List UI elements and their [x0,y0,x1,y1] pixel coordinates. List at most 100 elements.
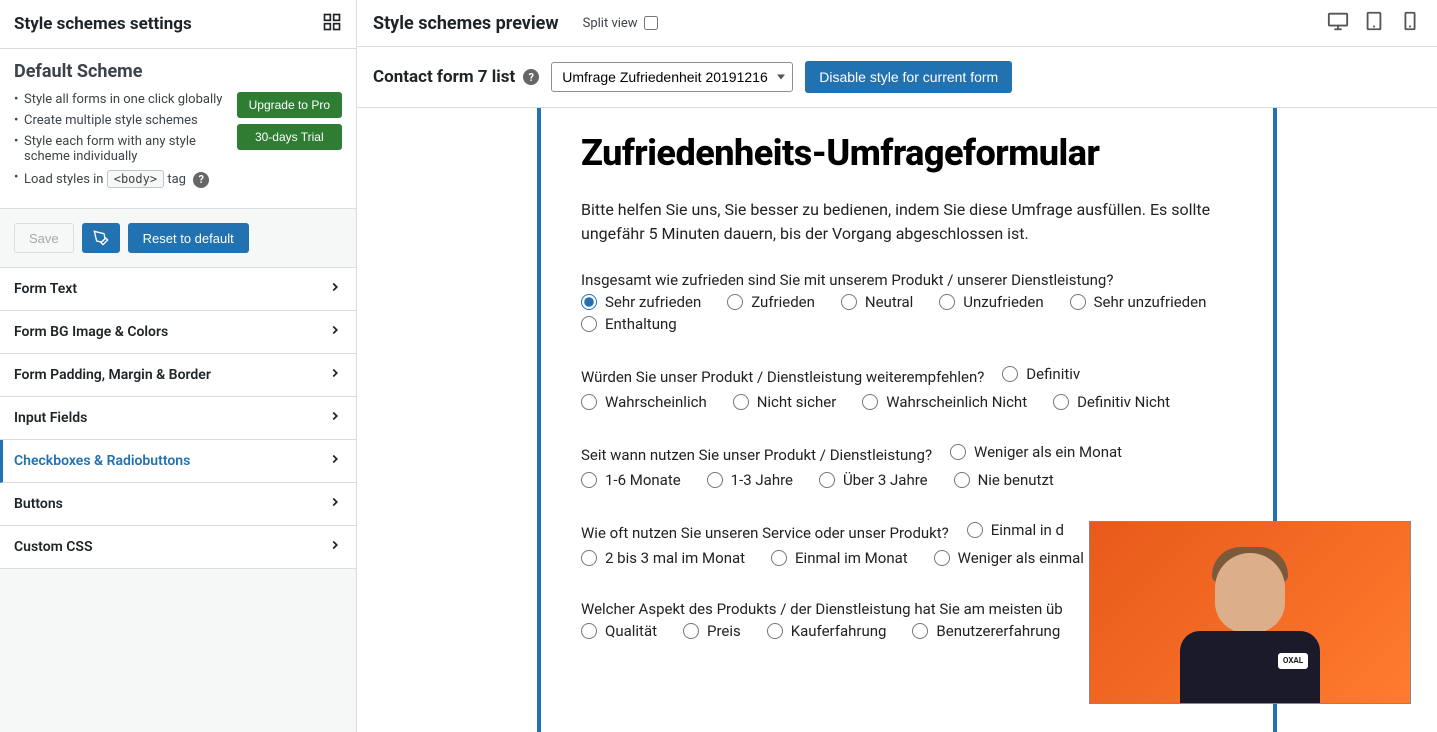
radio-input[interactable] [733,394,749,410]
reset-to-default-button[interactable]: Reset to default [128,223,249,253]
radio-input[interactable] [819,472,835,488]
device-icons [1327,10,1421,36]
split-view-checkbox[interactable] [644,16,658,30]
chevron-right-icon [328,538,342,556]
form-select-wrap[interactable]: Umfrage Zufriedenheit 20191216 [551,62,793,92]
radio-input[interactable] [581,472,597,488]
radio-input[interactable] [581,316,597,332]
radio-input[interactable] [581,394,597,410]
radio-input[interactable] [1053,394,1069,410]
radio-option[interactable]: Wahrscheinlich [581,393,707,411]
accordion: Form Text Form BG Image & Colors Form Pa… [0,268,356,569]
radio-option[interactable]: Benutzererfahrung [912,622,1060,640]
chevron-right-icon [328,452,342,470]
accordion-form-bg[interactable]: Form BG Image & Colors [0,311,356,354]
sidebar: Style schemes settings Default Scheme St… [0,0,357,732]
bullet-item: Load styles in <body> tag ? [14,170,229,188]
sidebar-title: Style schemes settings [14,14,192,34]
radio-option[interactable]: 1-3 Jahre [707,471,793,489]
radio-input[interactable] [912,623,928,639]
accordion-label: Form Padding, Margin & Border [14,367,211,383]
radio-option[interactable]: Nie benutzt [954,471,1054,489]
chevron-right-icon [328,323,342,341]
radio-input[interactable] [939,294,955,310]
body-tag-code: <body> [107,170,164,188]
help-icon[interactable]: ? [523,69,539,85]
radio-input[interactable] [683,623,699,639]
bullet-item: Create multiple style schemes [14,113,229,128]
radio-input[interactable] [950,444,966,460]
radio-option[interactable]: 2 bis 3 mal im Monat [581,549,745,567]
accordion-input-fields[interactable]: Input Fields [0,397,356,440]
radio-option[interactable]: Über 3 Jahre [819,471,928,489]
radio-option[interactable]: Definitiv Nicht [1053,393,1170,411]
radio-input[interactable] [767,623,783,639]
radio-option[interactable]: Sehr unzufrieden [1070,293,1207,311]
mobile-icon[interactable] [1399,10,1421,36]
scheme-bullets: Style all forms in one click globally Cr… [14,92,229,194]
radio-input[interactable] [727,294,743,310]
question-label: Würden Sie unser Produkt / Dienstleistun… [581,368,984,386]
accordion-buttons[interactable]: Buttons [0,483,356,526]
radio-option[interactable]: Enthaltung [581,315,677,333]
radio-option[interactable]: Unzufrieden [939,293,1043,311]
radio-input[interactable] [1002,366,1018,382]
radio-input[interactable] [967,522,983,538]
accordion-checkboxes-radios[interactable]: Checkboxes & Radiobuttons [0,440,356,483]
webcam-figure: OXAL [1180,543,1320,703]
save-button[interactable]: Save [14,223,74,253]
accordion-label: Form BG Image & Colors [14,324,168,340]
form-heading: Zufriedenheits-Umfrageformular [581,132,1233,174]
tablet-icon[interactable] [1363,10,1385,36]
radio-option[interactable]: Zufrieden [727,293,815,311]
radio-input[interactable] [581,623,597,639]
radio-option[interactable]: Nicht sicher [733,393,837,411]
accordion-form-padding[interactable]: Form Padding, Margin & Border [0,354,356,397]
radio-option[interactable]: Kauferfahrung [767,622,887,640]
brush-icon [93,230,109,246]
radio-input[interactable] [954,472,970,488]
help-icon[interactable]: ? [193,172,209,188]
radio-option[interactable]: Preis [683,622,741,640]
chevron-right-icon [328,366,342,384]
action-row: Save Reset to default [0,209,356,268]
preview-title: Style schemes preview [373,13,559,34]
desktop-icon[interactable] [1327,10,1349,36]
form-select[interactable]: Umfrage Zufriedenheit 20191216 [551,62,793,92]
disable-style-button[interactable]: Disable style for current form [805,61,1012,93]
expand-icon[interactable] [322,12,342,36]
radio-option[interactable]: Qualität [581,622,657,640]
radio-input[interactable] [581,550,597,566]
accordion-label: Form Text [14,281,77,297]
split-view-toggle[interactable]: Split view [583,16,658,31]
accordion-label: Buttons [14,496,63,512]
radio-option[interactable]: Neutral [841,293,913,311]
brush-button[interactable] [82,223,120,253]
accordion-custom-css[interactable]: Custom CSS [0,526,356,569]
radio-option[interactable]: Sehr zufrieden [581,293,701,311]
radio-option[interactable]: Einmal in d [967,521,1064,539]
radio-option[interactable]: Definitiv [1002,365,1080,383]
radio-input[interactable] [934,550,950,566]
radio-option[interactable]: 1-6 Monate [581,471,681,489]
question-label: Seit wann nutzen Sie unser Produkt / Die… [581,446,932,464]
radio-input[interactable] [581,294,597,310]
upgrade-to-pro-button[interactable]: Upgrade to Pro [237,92,342,118]
load-styles-suffix: tag [167,172,186,187]
webcam-head [1215,553,1285,633]
radio-input[interactable] [841,294,857,310]
question-label: Insgesamt wie zufrieden sind Sie mit uns… [581,271,1113,289]
radio-input[interactable] [707,472,723,488]
accordion-label: Custom CSS [14,539,93,555]
radio-option[interactable]: Einmal im Monat [771,549,908,567]
radio-input[interactable] [862,394,878,410]
radio-option[interactable]: Weniger als einmal [934,549,1084,567]
trial-button[interactable]: 30-days Trial [237,124,342,150]
main: Style schemes preview Split view Contact… [357,0,1437,732]
question-1: Insgesamt wie zufrieden sind Sie mit uns… [581,270,1233,337]
accordion-form-text[interactable]: Form Text [0,268,356,311]
radio-option[interactable]: Wahrscheinlich Nicht [862,393,1027,411]
radio-option[interactable]: Weniger als ein Monat [950,443,1122,461]
radio-input[interactable] [1070,294,1086,310]
radio-input[interactable] [771,550,787,566]
